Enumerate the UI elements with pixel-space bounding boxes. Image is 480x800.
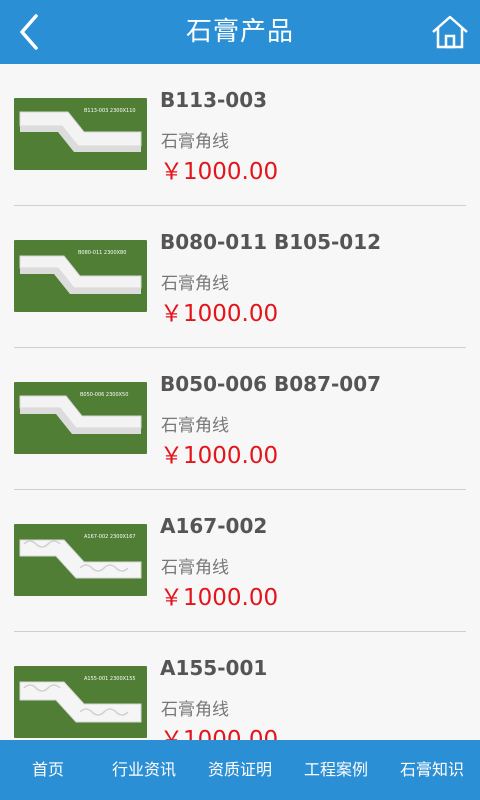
thumbnail-label: A155-001 2300X155 xyxy=(84,676,136,682)
product-price: ￥1000.00 xyxy=(160,727,279,740)
product-thumbnail: A167-002 2300X167 xyxy=(14,524,147,596)
product-category: 石膏角线 xyxy=(161,274,229,294)
bottom-nav: 首页 行业资讯 资质证明 工程案例 石膏知识 xyxy=(0,740,480,800)
home-icon xyxy=(432,15,468,49)
home-button[interactable] xyxy=(428,10,472,54)
product-price: ￥1000.00 xyxy=(160,301,279,327)
product-category: 石膏角线 xyxy=(161,700,229,720)
product-category: 石膏角线 xyxy=(161,416,229,436)
product-item[interactable]: A167-002 2300X167 A167-002 石膏角线 ￥1000.00 xyxy=(0,490,480,632)
nav-industry-news[interactable]: 行业资讯 xyxy=(96,740,192,800)
thumbnail-label: B113-003 2300X110 xyxy=(84,108,136,114)
product-item[interactable]: B050-006 2300X50 B050-006 B087-007 石膏角线 … xyxy=(0,348,480,490)
thumbnail-label: B050-006 2300X50 xyxy=(80,392,128,398)
product-price: ￥1000.00 xyxy=(160,159,279,185)
product-code: B080-011 B105-012 xyxy=(160,230,382,254)
product-item[interactable]: B113-003 2300X110 B113-003 石膏角线 ￥1000.00 xyxy=(0,64,480,206)
nav-qualifications[interactable]: 资质证明 xyxy=(192,740,288,800)
nav-home[interactable]: 首页 xyxy=(0,740,96,800)
product-code: B050-006 B087-007 xyxy=(160,372,382,396)
product-item[interactable]: B080-011 2300X80 B080-011 B105-012 石膏角线 … xyxy=(0,206,480,348)
product-price: ￥1000.00 xyxy=(160,443,279,469)
top-bar: 石膏产品 xyxy=(0,0,480,64)
product-code: A167-002 xyxy=(160,514,268,538)
product-thumbnail: B080-011 2300X80 xyxy=(14,240,147,312)
page-title: 石膏产品 xyxy=(185,17,294,47)
product-code: B113-003 xyxy=(160,88,268,112)
nav-gypsum-knowledge[interactable]: 石膏知识 xyxy=(384,740,480,800)
thumbnail-label: A167-002 2300X167 xyxy=(84,534,136,540)
product-item[interactable]: A155-001 2300X155 A155-001 石膏角线 ￥1000.00 xyxy=(0,632,480,740)
product-category: 石膏角线 xyxy=(161,558,229,578)
product-price: ￥1000.00 xyxy=(160,585,279,611)
product-category: 石膏角线 xyxy=(161,132,229,152)
product-list[interactable]: B113-003 2300X110 B113-003 石膏角线 ￥1000.00… xyxy=(0,64,480,740)
thumbnail-label: B080-011 2300X80 xyxy=(78,250,126,256)
product-thumbnail: B050-006 2300X50 xyxy=(14,382,147,454)
nav-project-cases[interactable]: 工程案例 xyxy=(288,740,384,800)
product-code: A155-001 xyxy=(160,656,268,680)
product-thumbnail: A155-001 2300X155 xyxy=(14,666,147,738)
product-thumbnail: B113-003 2300X110 xyxy=(14,98,147,170)
